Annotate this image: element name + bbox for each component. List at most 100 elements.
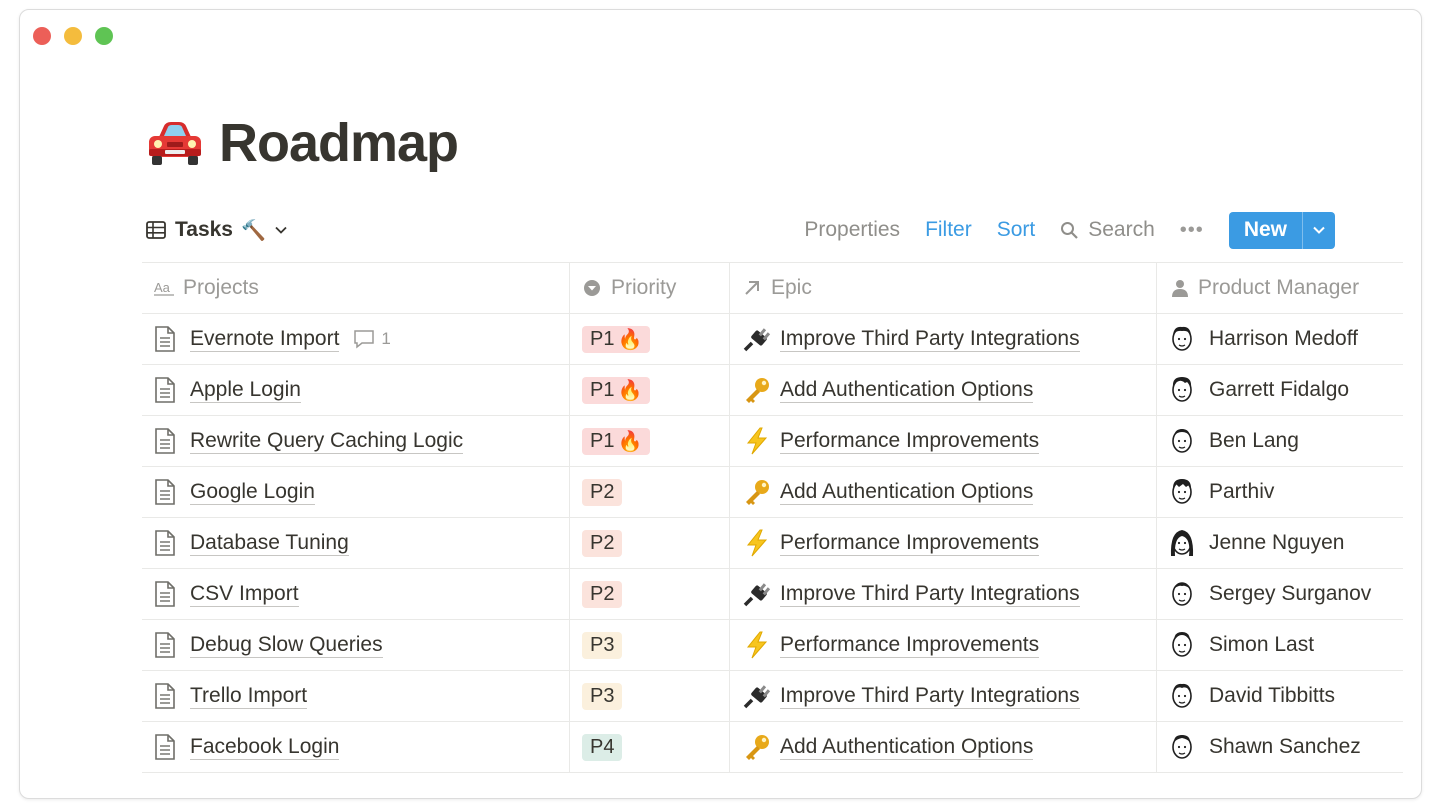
avatar — [1169, 528, 1195, 558]
view-label: Tasks — [175, 218, 233, 241]
table-row[interactable]: Facebook Login P4 Add Authentication Opt… — [142, 722, 1403, 773]
epic-link[interactable]: Performance Improvements — [780, 429, 1040, 454]
epic-cell[interactable]: Add Authentication Options — [730, 722, 1157, 772]
product-manager-name: Harrison Medoff — [1209, 327, 1359, 350]
close-window-button[interactable] — [33, 27, 51, 45]
new-dropdown-button[interactable] — [1302, 211, 1335, 249]
priority-tag: P2 — [582, 478, 623, 506]
project-name[interactable]: Trello Import — [190, 684, 308, 709]
project-cell[interactable]: Trello Import — [142, 671, 570, 721]
product-manager-cell[interactable]: Ben Lang — [1157, 416, 1403, 466]
project-cell[interactable]: CSV Import — [142, 569, 570, 619]
search-label: Search — [1088, 218, 1155, 241]
epic-cell[interactable]: Improve Third Party Integrations — [730, 314, 1157, 364]
search-icon — [1061, 221, 1079, 239]
product-manager-cell[interactable]: Jenne Nguyen — [1157, 518, 1403, 568]
epic-cell[interactable]: Performance Improvements — [730, 416, 1157, 466]
product-manager-cell[interactable]: Shawn Sanchez — [1157, 722, 1403, 772]
table-row[interactable]: Rewrite Query Caching Logic P1 🔥 Performa… — [142, 416, 1403, 467]
column-header-epic[interactable]: Epic — [730, 263, 1157, 313]
column-header-projects[interactable]: Aa Projects — [142, 263, 570, 313]
project-cell[interactable]: Database Tuning — [142, 518, 570, 568]
epic-cell[interactable]: Add Authentication Options — [730, 467, 1157, 517]
project-cell[interactable]: Evernote Import 1 — [142, 314, 570, 364]
avatar — [1169, 375, 1195, 405]
epic-cell[interactable]: Improve Third Party Integrations — [730, 569, 1157, 619]
more-options-button[interactable]: ••• — [1180, 219, 1204, 242]
project-cell[interactable]: Apple Login — [142, 365, 570, 415]
product-manager-cell[interactable]: David Tibbitts — [1157, 671, 1403, 721]
project-name[interactable]: Apple Login — [190, 378, 301, 403]
project-cell[interactable]: Debug Slow Queries — [142, 620, 570, 670]
product-manager-name: Parthiv — [1209, 480, 1275, 503]
properties-button[interactable]: Properties — [804, 218, 900, 242]
view-selector[interactable]: Tasks 🔨 — [145, 218, 288, 242]
priority-cell[interactable]: P2 — [570, 569, 730, 619]
priority-cell[interactable]: P3 — [570, 620, 730, 670]
priority-cell[interactable]: P2 — [570, 467, 730, 517]
product-manager-cell[interactable]: Simon Last — [1157, 620, 1403, 670]
epic-link[interactable]: Performance Improvements — [780, 531, 1040, 556]
table-row[interactable]: Evernote Import 1 P1 🔥 Improve Third Part… — [142, 314, 1403, 365]
project-cell[interactable]: Facebook Login — [142, 722, 570, 772]
epic-link[interactable]: Add Authentication Options — [780, 735, 1034, 760]
product-manager-cell[interactable]: Parthiv — [1157, 467, 1403, 517]
project-cell[interactable]: Rewrite Query Caching Logic — [142, 416, 570, 466]
chevron-down-icon — [275, 226, 287, 234]
minimize-window-button[interactable] — [64, 27, 82, 45]
new-button-label: New — [1243, 218, 1287, 241]
column-header-product-manager[interactable]: Product Manager — [1157, 263, 1403, 313]
product-manager-name: Simon Last — [1209, 633, 1315, 656]
sort-button[interactable]: Sort — [997, 218, 1036, 242]
project-name[interactable]: CSV Import — [190, 582, 299, 607]
comment-icon — [354, 330, 375, 349]
product-manager-cell[interactable]: Sergey Surganov — [1157, 569, 1403, 619]
project-name[interactable]: Evernote Import — [190, 327, 340, 352]
table-row[interactable]: Database Tuning P2 Performance Improveme… — [142, 518, 1403, 569]
epic-cell[interactable]: Performance Improvements — [730, 518, 1157, 568]
project-name[interactable]: Rewrite Query Caching Logic — [190, 429, 464, 454]
table-row[interactable]: Debug Slow Queries P3 Performance Improv… — [142, 620, 1403, 671]
priority-cell[interactable]: P1 🔥 — [570, 314, 730, 364]
column-header-priority[interactable]: Priority — [570, 263, 730, 313]
zoom-window-button[interactable] — [95, 27, 113, 45]
product-manager-cell[interactable]: Garrett Fidalgo — [1157, 365, 1403, 415]
chevron-down-icon — [1313, 226, 1325, 234]
product-manager-cell[interactable]: Harrison Medoff — [1157, 314, 1403, 364]
project-name[interactable]: Database Tuning — [190, 531, 349, 556]
priority-label: P2 — [590, 582, 615, 605]
table-row[interactable]: Google Login P2 Add Authentication Optio… — [142, 467, 1403, 518]
svg-text:Aa: Aa — [154, 280, 171, 295]
epic-cell[interactable]: Improve Third Party Integrations — [730, 671, 1157, 721]
priority-cell[interactable]: P2 — [570, 518, 730, 568]
table-row[interactable]: Trello Import P3 Improve Third Party Int… — [142, 671, 1403, 722]
lightning-icon — [742, 529, 772, 557]
document-icon — [154, 479, 176, 505]
epic-link[interactable]: Improve Third Party Integrations — [780, 684, 1080, 709]
project-name[interactable]: Google Login — [190, 480, 315, 505]
filter-button[interactable]: Filter — [925, 218, 972, 242]
epic-link[interactable]: Performance Improvements — [780, 633, 1040, 658]
epic-cell[interactable]: Add Authentication Options — [730, 365, 1157, 415]
epic-link[interactable]: Improve Third Party Integrations — [780, 582, 1080, 607]
car-icon[interactable] — [145, 113, 205, 173]
priority-tag: P2 — [582, 580, 623, 608]
epic-link[interactable]: Improve Third Party Integrations — [780, 327, 1080, 352]
priority-cell[interactable]: P4 — [570, 722, 730, 772]
epic-cell[interactable]: Performance Improvements — [730, 620, 1157, 670]
priority-cell[interactable]: P1 🔥 — [570, 365, 730, 415]
project-name[interactable]: Facebook Login — [190, 735, 340, 760]
search-button[interactable]: Search — [1060, 218, 1155, 242]
new-button[interactable]: New — [1228, 211, 1335, 249]
project-name[interactable]: Debug Slow Queries — [190, 633, 383, 658]
epic-link[interactable]: Add Authentication Options — [780, 480, 1034, 505]
priority-cell[interactable]: P3 — [570, 671, 730, 721]
comment-count[interactable]: 1 — [353, 329, 391, 349]
column-header-label: Product Manager — [1198, 276, 1360, 299]
table-row[interactable]: CSV Import P2 Improve Third Party Integr… — [142, 569, 1403, 620]
epic-link[interactable]: Add Authentication Options — [780, 378, 1034, 403]
project-cell[interactable]: Google Login — [142, 467, 570, 517]
plug-icon — [742, 682, 772, 710]
priority-cell[interactable]: P1 🔥 — [570, 416, 730, 466]
table-row[interactable]: Apple Login P1 🔥 Add Authentication Optio… — [142, 365, 1403, 416]
